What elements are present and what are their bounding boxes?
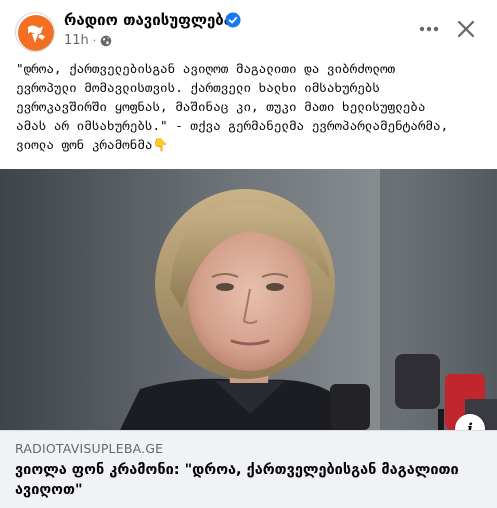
close-button[interactable] bbox=[451, 14, 481, 44]
page-name-link[interactable]: რადიო თავისუფლება bbox=[64, 11, 232, 29]
close-icon bbox=[457, 20, 475, 38]
woman-portrait-image bbox=[0, 169, 497, 430]
post-card: რადიო თავისუფლება 11h · "დროა, ქართველებ… bbox=[0, 0, 497, 508]
post-message: "დროა, ქართველებისგან ავიღოთ მაგალითი და… bbox=[16, 61, 449, 152]
more-options-button[interactable] bbox=[414, 17, 444, 41]
globe-icon[interactable] bbox=[100, 35, 112, 47]
more-horizontal-icon bbox=[419, 26, 439, 32]
link-title[interactable]: ვიოლა ფონ კრამონი: "დროა, ქართველებისგან… bbox=[15, 460, 485, 500]
page-avatar[interactable] bbox=[15, 12, 55, 52]
post-time-link[interactable]: 11h bbox=[64, 33, 89, 48]
post-photo[interactable] bbox=[0, 169, 497, 430]
post-header: რადიო თავისუფლება 11h · bbox=[0, 0, 497, 58]
link-preview[interactable]: RADIOTAVISUPLEBA.GE ვიოლა ფონ კრამონი: "… bbox=[0, 430, 497, 508]
post-meta: 11h · bbox=[64, 33, 112, 48]
meta-separator: · bbox=[92, 34, 97, 47]
verified-badge-icon bbox=[225, 12, 241, 28]
rferl-logo-icon bbox=[18, 15, 54, 51]
link-domain: RADIOTAVISUPLEBA.GE bbox=[15, 441, 164, 456]
